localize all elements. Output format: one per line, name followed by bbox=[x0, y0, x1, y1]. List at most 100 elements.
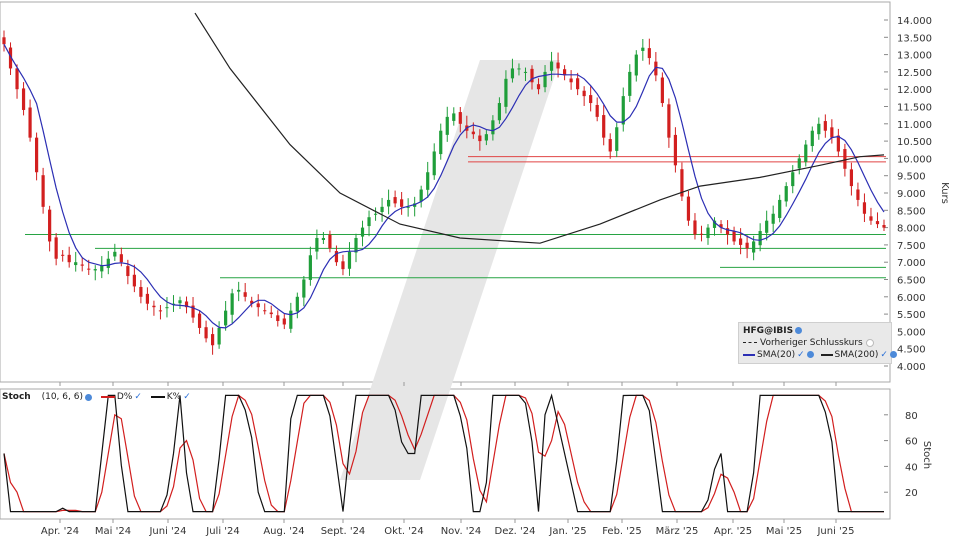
candle-body bbox=[204, 327, 208, 339]
candle-body bbox=[28, 107, 32, 138]
candle-body bbox=[321, 237, 326, 240]
candle-body bbox=[491, 120, 495, 135]
y-tick-label: 7.000 bbox=[897, 258, 926, 269]
candle-body bbox=[660, 77, 664, 104]
x-tick-label: Mai '25 bbox=[766, 526, 802, 537]
sma20-line-icon bbox=[743, 353, 755, 356]
candle-body bbox=[589, 95, 593, 104]
legend-sma20: SMA(20) bbox=[757, 350, 796, 360]
settings-dot-icon[interactable] bbox=[806, 351, 814, 358]
candle-body bbox=[315, 237, 319, 252]
x-tick-label: Aug. '24 bbox=[263, 526, 304, 537]
candle-body bbox=[67, 254, 71, 263]
candle-body bbox=[276, 315, 280, 322]
stoch-title: Stoch bbox=[2, 392, 31, 402]
candle-body bbox=[510, 68, 515, 79]
candle-body bbox=[706, 227, 710, 239]
candle-body bbox=[419, 189, 423, 202]
candle-body bbox=[61, 254, 65, 256]
x-tick-label: Dez. '24 bbox=[495, 526, 536, 537]
stoch-legend: Stoch (10, 6, 6) D% ✓ K% ✓ bbox=[2, 392, 191, 404]
candle-body bbox=[771, 213, 775, 224]
legend-sma200: SMA(200) bbox=[834, 350, 879, 360]
candle-body bbox=[549, 61, 554, 71]
candle-body bbox=[263, 310, 267, 312]
legend-title: HFG@IBIS bbox=[743, 326, 794, 336]
stoch-panel bbox=[0, 388, 891, 520]
candle-body bbox=[100, 265, 104, 272]
candle-body bbox=[21, 88, 26, 110]
candle-body bbox=[628, 71, 632, 96]
candle-body bbox=[217, 327, 221, 345]
chart-root: 14.000 13.500 13.000 12.500 12.000 11.500 11.0… bbox=[0, 0, 960, 540]
price-legend: HFG@IBIS Vorheriger Schlusskurs SMA(20) ✓… bbox=[738, 322, 897, 364]
candle-body bbox=[15, 68, 19, 90]
x-tick-label: Apr. '25 bbox=[714, 526, 752, 537]
y-tick-label: 13.000 bbox=[897, 51, 932, 62]
candle-body bbox=[693, 220, 697, 235]
candle-body bbox=[139, 286, 143, 297]
candle-body bbox=[230, 293, 234, 315]
toggle-circle-icon[interactable] bbox=[865, 338, 874, 347]
candle-body bbox=[2, 37, 6, 45]
candle-body bbox=[360, 227, 365, 237]
candle-body bbox=[810, 130, 814, 147]
candle-body bbox=[113, 251, 117, 257]
candle-body bbox=[523, 71, 528, 73]
x-tick-label: Nov. '24 bbox=[441, 526, 482, 537]
candle-body bbox=[797, 158, 801, 169]
y-tick-label: 12.000 bbox=[897, 85, 932, 96]
candle-body bbox=[471, 131, 475, 135]
candle-body bbox=[386, 199, 391, 207]
k-line-icon bbox=[150, 396, 165, 398]
x-tick-label: Okt. '24 bbox=[384, 526, 423, 537]
y-tick-label: 14.000 bbox=[897, 16, 932, 27]
chart-canvas: 14.000 13.500 13.000 12.500 12.000 11.500 11.0… bbox=[0, 0, 960, 540]
checkmark-icon[interactable]: ✓ bbox=[134, 392, 142, 402]
candle-body bbox=[778, 199, 782, 218]
y-axis-title-kurs: Kurs bbox=[939, 182, 950, 204]
checkmark-icon[interactable]: ✓ bbox=[797, 350, 805, 360]
candle-body bbox=[132, 274, 136, 287]
y-tick-label: 9.500 bbox=[897, 172, 926, 183]
candle-body bbox=[791, 172, 795, 187]
candle-body bbox=[869, 216, 873, 221]
candle-body bbox=[569, 78, 573, 83]
checkmark-icon[interactable]: ✓ bbox=[880, 350, 888, 360]
settings-dot-icon[interactable] bbox=[889, 351, 897, 358]
stoch-tick-label: 80 bbox=[905, 411, 918, 422]
candle-body bbox=[784, 186, 788, 202]
candle-body bbox=[732, 231, 736, 242]
candle-body bbox=[282, 318, 286, 325]
x-tick-label: Feb. '25 bbox=[602, 526, 642, 537]
settings-dot-icon[interactable] bbox=[84, 393, 92, 401]
checkmark-icon[interactable]: ✓ bbox=[183, 392, 191, 402]
candle-body bbox=[373, 213, 378, 215]
candle-body bbox=[758, 231, 762, 246]
candle-body bbox=[269, 312, 273, 315]
candle-body bbox=[458, 112, 462, 124]
candle-body bbox=[243, 292, 247, 297]
x-tick-label: März '25 bbox=[656, 526, 699, 537]
candle-body bbox=[289, 310, 293, 329]
candle-body bbox=[54, 237, 58, 259]
y-tick-label: 13.500 bbox=[897, 33, 932, 44]
candle-body bbox=[210, 334, 215, 346]
candle-body bbox=[126, 266, 130, 277]
candle-body bbox=[862, 202, 867, 214]
candle-body bbox=[843, 149, 847, 169]
x-tick-label: Sept. '24 bbox=[321, 526, 366, 537]
x-tick-label: Juli '24 bbox=[205, 526, 240, 537]
candle-body bbox=[641, 47, 645, 51]
candle-body bbox=[830, 127, 834, 138]
settings-dot-icon[interactable] bbox=[795, 327, 803, 334]
candle-body bbox=[484, 134, 488, 141]
candle-body bbox=[158, 310, 163, 312]
candle-body bbox=[849, 169, 854, 187]
candle-body bbox=[576, 78, 580, 90]
candle-body bbox=[224, 310, 228, 326]
candle-body bbox=[80, 264, 84, 266]
y-axis-title-stoch: Stoch bbox=[921, 441, 932, 469]
candle-body bbox=[497, 103, 502, 121]
candle-body bbox=[48, 209, 52, 242]
